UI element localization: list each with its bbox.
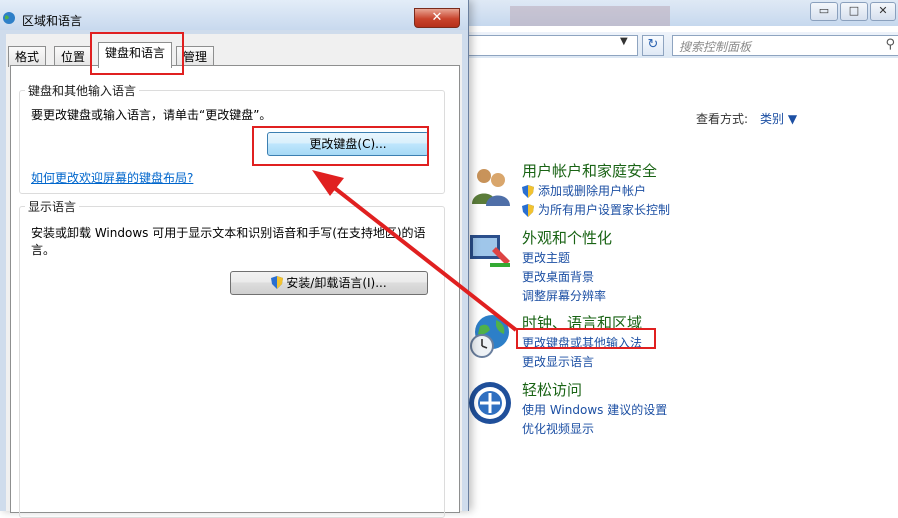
view-by-dropdown[interactable]: 类别 ▼ [760,110,797,127]
dialog-title: 区域和语言 [22,14,83,28]
display-language-description-line1: 安装或卸载 Windows 可用于显示文本和识别语音和手写(在支持地区)的语 [31,226,426,240]
screen-resolution-link[interactable]: 调整屏幕分辨率 [522,287,606,306]
minimize-button[interactable]: ▭ [810,2,838,21]
tab-location[interactable]: 位置 [54,46,93,67]
region-language-dialog: 区域和语言 ✕ 格式 位置 键盘和语言 管理 键盘和其他输入语言 要更改键盘或输… [0,0,469,518]
install-uninstall-languages-button[interactable]: 安装/卸载语言(I)... [230,271,428,295]
dialog-titlebar: 区域和语言 ✕ [0,0,468,30]
view-by-label: 查看方式: [696,112,749,126]
search-input[interactable]: 搜索控制面板 ⚲ [672,35,898,56]
link-text: 添加或删除用户帐户 [538,184,647,198]
uac-shield-icon [522,185,534,198]
keyboard-description: 要更改键盘或输入语言，请单击“更改键盘”。 [31,108,272,122]
view-by-value: 类别 [760,112,785,126]
dialog-body: 格式 位置 键盘和语言 管理 键盘和其他输入语言 要更改键盘或输入语言，请单击“… [6,34,462,518]
optimize-video-link[interactable]: 优化视频显示 [522,420,667,439]
add-remove-accounts-link[interactable]: 添加或删除用户帐户 [522,182,670,201]
address-field[interactable] [466,35,638,56]
keyboard-group-title: 键盘和其他输入语言 [25,82,140,99]
users-icon[interactable] [466,160,514,208]
welcome-screen-keyboard-link[interactable]: 如何更改欢迎屏幕的键盘布局? [31,169,193,186]
category-title[interactable]: 外观和个性化 [522,227,612,248]
link-text: 为所有用户设置家长控制 [538,203,671,217]
display-language-group [19,206,445,518]
search-placeholder: 搜索控制面板 [679,40,752,54]
appearance-icon[interactable] [466,227,514,275]
tab-keyboards-languages[interactable]: 键盘和语言 [98,42,173,68]
annotation-highlight-input-link [516,328,656,349]
uac-shield-icon [522,204,534,217]
category-title[interactable]: 轻松访问 [522,379,582,400]
uac-shield-icon [271,276,284,289]
maximize-button[interactable]: □ [840,2,868,21]
display-language-description-line2: 言。 [31,243,56,257]
ease-of-access-icon[interactable] [466,379,514,427]
display-language-group-title: 显示语言 [25,198,80,215]
change-theme-link[interactable]: 更改主题 [522,249,606,268]
install-button-label: 安装/卸载语言(I)... [286,276,387,290]
refresh-icon[interactable]: ↻ [642,35,664,56]
change-display-language-link[interactable]: 更改显示语言 [522,353,642,372]
globe-icon [3,12,15,24]
annotation-highlight-button [252,126,429,166]
window-close-button[interactable]: ✕ [870,2,896,21]
clock-globe-icon[interactable] [466,312,514,360]
search-icon[interactable]: ⚲ [885,37,895,52]
change-wallpaper-link[interactable]: 更改桌面背景 [522,268,606,287]
close-button[interactable]: ✕ [414,8,460,28]
recommended-settings-link[interactable]: 使用 Windows 建议的设置 [522,401,667,420]
tab-formats[interactable]: 格式 [8,46,47,67]
parental-controls-link[interactable]: 为所有用户设置家长控制 [522,201,670,220]
category-title[interactable]: 用户帐户和家庭安全 [522,160,657,181]
tab-strip: 格式 位置 键盘和语言 管理 [6,42,462,68]
chevron-down-icon[interactable]: ▼ [620,36,628,47]
title-blur [510,6,670,26]
